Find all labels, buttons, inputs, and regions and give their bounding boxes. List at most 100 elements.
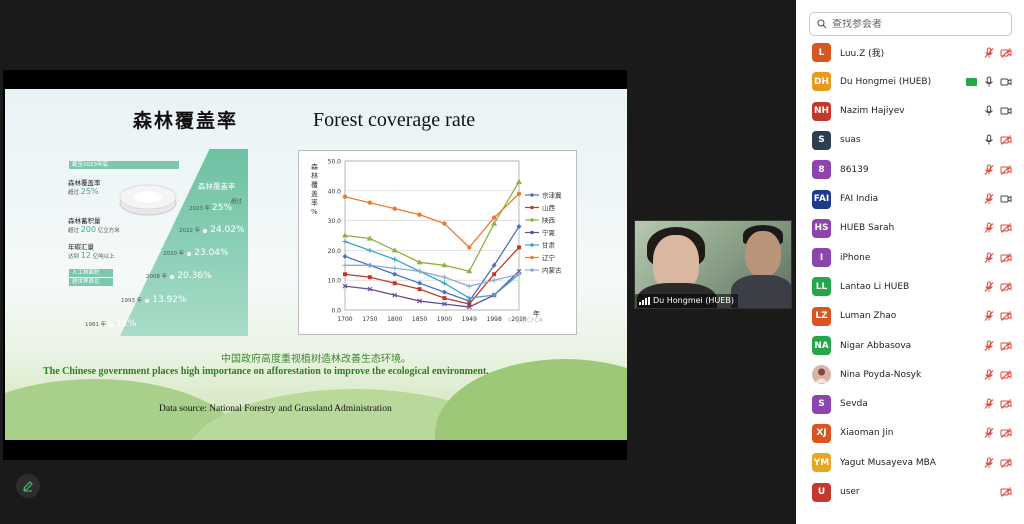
data-point bbox=[367, 200, 373, 205]
data-point bbox=[442, 296, 447, 301]
camera-off-icon[interactable] bbox=[1000, 369, 1012, 381]
avatar-photo-icon bbox=[815, 368, 828, 384]
mic-muted-icon[interactable] bbox=[983, 427, 995, 439]
avatar: S bbox=[812, 394, 831, 414]
x-tick-label: 1700 bbox=[337, 316, 352, 323]
x-tick-label: 1949 bbox=[462, 316, 477, 323]
video-name-label: Du Hongmei (HUEB) bbox=[635, 294, 738, 308]
camera-off-icon[interactable] bbox=[1000, 47, 1012, 59]
video-participant-name: Du Hongmei (HUEB) bbox=[653, 296, 734, 305]
participant-name: FAI India bbox=[840, 194, 879, 204]
legend-marker bbox=[530, 243, 534, 247]
info-label: 森林蓄积量 bbox=[68, 217, 101, 225]
camera-off-icon[interactable] bbox=[1000, 486, 1012, 498]
data-point bbox=[417, 212, 422, 217]
mic-icon[interactable] bbox=[983, 105, 995, 117]
participant-row[interactable]: NA Nigar Abbasova bbox=[796, 331, 1024, 360]
mic-muted-icon[interactable] bbox=[983, 369, 995, 381]
legend-marker bbox=[530, 193, 534, 197]
data-point bbox=[392, 271, 398, 277]
legend-marker bbox=[530, 205, 534, 210]
participant-name: Yagut Musayeva MBA bbox=[840, 457, 936, 468]
data-point bbox=[392, 206, 397, 211]
participant-row[interactable]: 8 86139 bbox=[796, 155, 1024, 184]
camera-off-icon[interactable] bbox=[1000, 457, 1012, 469]
camera-off-icon[interactable] bbox=[1000, 340, 1012, 352]
mic-muted-icon[interactable] bbox=[983, 457, 995, 469]
screen-share-icon[interactable] bbox=[966, 77, 977, 86]
person-figure bbox=[745, 231, 781, 277]
avatar: FAI bbox=[812, 189, 831, 209]
chart-svg: 森林覆盖率% 0.0 10.0 20.0 30.0 40.0 50.0 1700 1750 180… bbox=[311, 159, 562, 325]
participant-row[interactable]: LL Lantao Li HUEB bbox=[796, 272, 1024, 301]
camera-off-icon[interactable] bbox=[1000, 281, 1012, 293]
participant-row[interactable]: Uuser bbox=[796, 478, 1024, 507]
participant-row[interactable]: IiPhone bbox=[796, 243, 1024, 272]
data-point bbox=[417, 287, 422, 292]
participant-row[interactable]: Ssuas bbox=[796, 126, 1024, 155]
mic-muted-icon[interactable] bbox=[983, 193, 995, 205]
mic-icon[interactable] bbox=[983, 76, 995, 88]
avatar: I bbox=[812, 248, 831, 268]
camera-off-icon[interactable] bbox=[1000, 398, 1012, 410]
camera-off-icon[interactable] bbox=[1000, 164, 1012, 176]
year-row: 2008 年 20.36% bbox=[146, 271, 212, 281]
info-tag: 人工林面积 bbox=[69, 269, 113, 277]
legend-label: 宁夏 bbox=[542, 228, 556, 237]
info-header: 截至2023年底 bbox=[69, 161, 179, 169]
camera-off-icon[interactable] bbox=[1000, 427, 1012, 439]
participant-name: Nigar Abbasova bbox=[840, 340, 912, 351]
participant-row[interactable]: FAI FAI India bbox=[796, 185, 1024, 214]
camera-icon[interactable] bbox=[1000, 105, 1012, 117]
shared-screen: 森林覆盖率 Forest coverage rate 截至2023年底 森林覆盖… bbox=[3, 70, 627, 460]
camera-off-icon[interactable] bbox=[1000, 252, 1012, 264]
camera-off-icon[interactable] bbox=[1000, 134, 1012, 146]
participant-search[interactable] bbox=[809, 12, 1012, 36]
mic-muted-icon[interactable] bbox=[983, 47, 995, 59]
participant-name: Du Hongmei (HUEB) bbox=[840, 76, 932, 87]
cover-label: 森林覆盖率 bbox=[198, 182, 236, 191]
participant-row[interactable]: NH Nazim Hajiyev bbox=[796, 97, 1024, 126]
avatar: NH bbox=[812, 101, 831, 121]
mic-muted-icon[interactable] bbox=[983, 164, 995, 176]
mic-muted-icon[interactable] bbox=[983, 281, 995, 293]
mic-muted-icon[interactable] bbox=[983, 252, 995, 264]
data-point bbox=[342, 262, 348, 268]
mic-muted-icon[interactable] bbox=[983, 340, 995, 352]
search-icon bbox=[817, 19, 827, 29]
avatar: DH bbox=[812, 72, 831, 92]
camera-icon[interactable] bbox=[1000, 193, 1012, 205]
mic-muted-icon[interactable] bbox=[983, 222, 995, 234]
search-input[interactable] bbox=[832, 18, 992, 30]
slide-title-en: Forest coverage rate bbox=[313, 109, 476, 131]
avatar: LL bbox=[812, 277, 831, 297]
participant-row[interactable]: YM Yagut Musayeva MBA bbox=[796, 448, 1024, 477]
info-panel-background bbox=[120, 149, 248, 336]
participant-row[interactable]: Nina Poyda-Nosyk bbox=[796, 360, 1024, 389]
y-tick-label: 10.0 bbox=[328, 278, 342, 285]
slide-caption-cn: 中国政府高度重视植树造林改善生态环境。 bbox=[221, 354, 411, 365]
data-point bbox=[491, 277, 497, 283]
x-tick-label: 1750 bbox=[362, 316, 377, 323]
camera-off-icon[interactable] bbox=[1000, 222, 1012, 234]
participant-row[interactable]: DH Du Hongmei (HUEB) bbox=[796, 67, 1024, 96]
participant-name: HUEB Sarah bbox=[840, 223, 895, 234]
legend-label: 内蒙古 bbox=[542, 265, 562, 274]
participant-row[interactable]: S Sevda bbox=[796, 390, 1024, 419]
participant-row[interactable]: HS HUEB Sarah bbox=[796, 214, 1024, 243]
mic-icon[interactable] bbox=[983, 134, 995, 146]
participant-row[interactable]: LZ Luman Zhao bbox=[796, 302, 1024, 331]
mic-muted-icon[interactable] bbox=[983, 310, 995, 322]
legend-label: 陕西 bbox=[542, 215, 556, 224]
participant-name: Luu.Z (我) bbox=[840, 49, 885, 59]
x-tick-label: 1850 bbox=[412, 316, 427, 323]
camera-off-icon[interactable] bbox=[1000, 310, 1012, 322]
data-point bbox=[491, 220, 498, 226]
mic-muted-icon[interactable] bbox=[983, 398, 995, 410]
data-point bbox=[367, 247, 373, 253]
annotate-button[interactable] bbox=[16, 474, 40, 498]
video-tile[interactable]: Du Hongmei (HUEB) bbox=[634, 220, 792, 309]
participant-row[interactable]: L Luu.Z (我) bbox=[796, 38, 1024, 67]
participant-row[interactable]: XJ Xiaoman Jin bbox=[796, 419, 1024, 448]
camera-icon[interactable] bbox=[1000, 76, 1012, 88]
